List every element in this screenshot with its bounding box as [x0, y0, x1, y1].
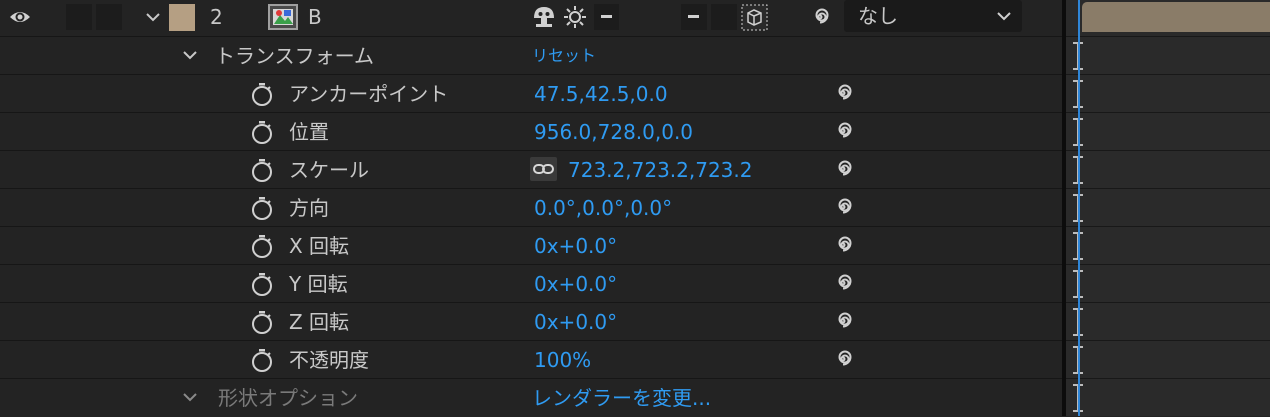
layer-row[interactable]: 2 B なし — [0, 0, 1062, 36]
property-label: 方向 — [289, 196, 329, 220]
property-label: スケール — [289, 158, 369, 182]
stopwatch-icon[interactable] — [250, 272, 274, 297]
timeline-row — [1066, 302, 1270, 340]
property-value[interactable]: 0.0°,0.0°,0.0° — [534, 189, 672, 227]
timeline-row — [1066, 150, 1270, 188]
property-row-scale: スケール 723.2,723.2,723.2 — [0, 150, 1062, 188]
pickwhip-spiral-icon[interactable] — [831, 271, 855, 295]
current-time-indicator[interactable] — [1078, 0, 1080, 416]
timeline-row — [1066, 188, 1270, 226]
stopwatch-icon[interactable] — [250, 234, 274, 259]
timeline-row — [1066, 378, 1270, 416]
property-value[interactable]: 47.5,42.5,0.0 — [534, 75, 668, 113]
pickwhip-spiral-icon[interactable] — [831, 157, 855, 181]
property-label: Y 回転 — [289, 272, 348, 296]
footage-composition-icon — [268, 4, 298, 30]
parent-dropdown-value: なし — [858, 4, 898, 28]
label-color-swatch[interactable] — [169, 4, 195, 31]
solo-toggle[interactable] — [96, 4, 122, 30]
stopwatch-icon[interactable] — [250, 196, 274, 221]
timeline-row — [1066, 36, 1270, 74]
timeline-row — [1066, 74, 1270, 112]
geometry-options-label: 形状オプション — [218, 386, 358, 410]
pickwhip-spiral-icon[interactable] — [831, 195, 855, 219]
property-value[interactable]: 0x+0.0° — [534, 303, 617, 341]
layer-properties-panel: 2 B なし トランスフォーム リセット アンカーポイント 47.5,42.5,… — [0, 0, 1062, 416]
timeline-row — [1066, 340, 1270, 378]
property-value[interactable]: 100% — [534, 341, 591, 379]
pickwhip-spiral-icon[interactable] — [831, 81, 855, 105]
timeline-row — [1066, 264, 1270, 302]
audio-toggle[interactable] — [66, 4, 92, 30]
property-value[interactable]: 956.0,728.0,0.0 — [534, 113, 693, 151]
sun-quality-icon[interactable] — [563, 5, 587, 29]
layer-name[interactable]: B — [308, 0, 322, 36]
eye-icon[interactable] — [8, 6, 32, 28]
property-value[interactable]: 0x+0.0° — [534, 265, 617, 303]
property-label: アンカーポイント — [289, 82, 449, 106]
3d-layer-cube-icon[interactable] — [741, 4, 768, 31]
property-row-orientation: 方向 0.0°,0.0°,0.0° — [0, 188, 1062, 226]
transform-group-row[interactable]: トランスフォーム リセット — [0, 36, 1062, 74]
parent-dropdown[interactable]: なし — [844, 0, 1022, 32]
shy-icon[interactable] — [532, 5, 556, 29]
change-renderer-link[interactable]: レンダラーを変更... — [532, 379, 711, 417]
pickwhip-spiral-icon[interactable] — [831, 309, 855, 333]
property-row-z-rotation: Z 回転 0x+0.0° — [0, 302, 1062, 340]
stopwatch-icon[interactable] — [250, 120, 274, 145]
chevron-down-icon[interactable] — [181, 389, 199, 405]
transform-group-label: トランスフォーム — [215, 44, 374, 68]
pickwhip-spiral-icon[interactable] — [831, 233, 855, 257]
reset-link[interactable]: リセット — [532, 37, 596, 75]
property-label: 不透明度 — [289, 348, 369, 372]
pickwhip-spiral-icon[interactable] — [831, 119, 855, 143]
pickwhip-spiral-icon[interactable] — [808, 5, 832, 29]
layer-duration-bar[interactable] — [1082, 2, 1270, 32]
chevron-down-icon — [995, 8, 1013, 24]
timeline-row — [1066, 112, 1270, 150]
timeline-panel[interactable] — [1066, 0, 1270, 416]
property-row-x-rotation: X 回転 0x+0.0° — [0, 226, 1062, 264]
property-row-opacity: 不透明度 100% — [0, 340, 1062, 378]
property-label: X 回転 — [289, 234, 350, 258]
constrain-proportions-link-icon[interactable] — [530, 157, 557, 181]
pickwhip-spiral-icon[interactable] — [831, 347, 855, 371]
geometry-options-group-row[interactable]: 形状オプション レンダラーを変更... — [0, 378, 1062, 416]
motion-blur-switch[interactable] — [681, 4, 707, 30]
stopwatch-icon[interactable] — [250, 158, 274, 183]
chevron-down-icon[interactable] — [181, 47, 199, 63]
property-label: Z 回転 — [289, 310, 350, 334]
property-row-anchor-point: アンカーポイント 47.5,42.5,0.0 — [0, 74, 1062, 112]
property-row-y-rotation: Y 回転 0x+0.0° — [0, 264, 1062, 302]
stopwatch-icon[interactable] — [250, 348, 274, 373]
property-value[interactable]: 0x+0.0° — [534, 227, 617, 265]
layer-number: 2 — [210, 5, 223, 29]
property-value[interactable]: 723.2,723.2,723.2 — [568, 151, 752, 189]
chevron-down-icon[interactable] — [144, 9, 162, 25]
property-label: 位置 — [289, 120, 329, 144]
stopwatch-icon[interactable] — [250, 310, 274, 335]
quality-switch[interactable] — [594, 4, 619, 30]
timeline-row — [1066, 226, 1270, 264]
property-row-position: 位置 956.0,728.0,0.0 — [0, 112, 1062, 150]
adjustment-layer-switch[interactable] — [711, 4, 737, 30]
stopwatch-icon[interactable] — [250, 82, 274, 107]
